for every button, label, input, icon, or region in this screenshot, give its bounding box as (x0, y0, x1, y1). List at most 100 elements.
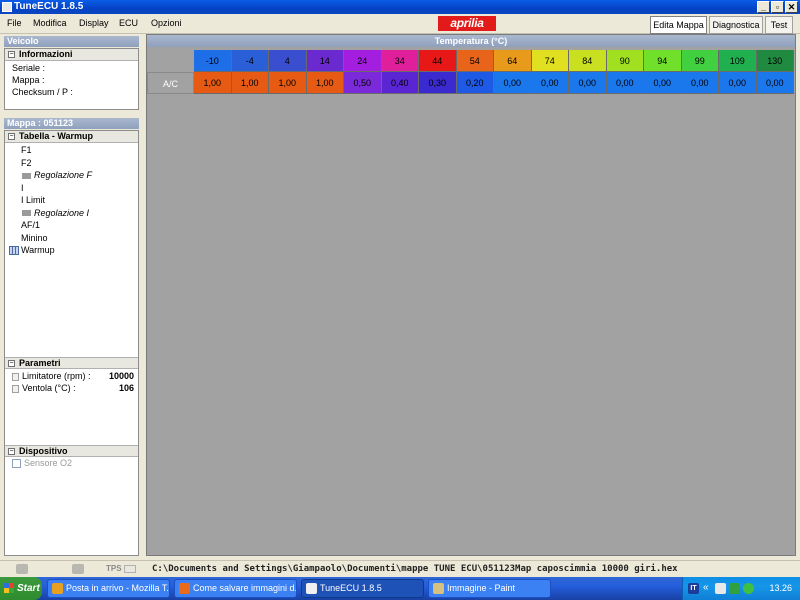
tabella-section[interactable]: − Tabella - Warmup (5, 131, 138, 143)
menu-display[interactable]: Display (79, 18, 109, 28)
window-title: TuneECU 1.8.5 (14, 1, 84, 12)
parametri-section[interactable]: − Parametri (5, 357, 138, 369)
task-paint[interactable]: Immagine - Paint (428, 579, 551, 598)
value-cell[interactable]: 0,50 (344, 72, 382, 94)
value-cell[interactable]: 1,00 (194, 72, 232, 94)
temp-header-cell[interactable]: 14 (306, 50, 344, 72)
temp-header-cell[interactable]: 90 (606, 50, 644, 72)
task-label: Immagine - Paint (447, 583, 516, 593)
temp-header-cell[interactable]: 109 (719, 50, 757, 72)
window-controls: _ ▫ ✕ (757, 1, 798, 13)
temp-header-cell[interactable]: 34 (381, 50, 419, 72)
temp-header-cell[interactable]: -10 (194, 50, 232, 72)
menu-modifica[interactable]: Modifica (33, 18, 67, 28)
task-label: TuneECU 1.8.5 (320, 583, 382, 593)
windows-flag-icon (4, 583, 14, 593)
collapse-icon[interactable]: − (8, 133, 15, 140)
shield-icon[interactable] (729, 583, 740, 594)
value-cell[interactable]: 0,40 (381, 72, 419, 94)
temp-header-cell[interactable]: 99 (681, 50, 719, 72)
value-cell[interactable]: 0,00 (531, 72, 569, 94)
tree-item[interactable]: I (21, 183, 24, 193)
temp-header-cell[interactable]: 84 (569, 50, 607, 72)
thunderbird-icon (52, 583, 63, 594)
spinner-icon[interactable] (12, 384, 19, 393)
value-cell[interactable]: 1,00 (231, 72, 269, 94)
collapse-icon[interactable]: − (8, 51, 15, 58)
tree-item[interactable]: Regolazione F (22, 170, 92, 180)
param-ventola[interactable]: Ventola (°C) : 106 (12, 383, 134, 393)
value-cell[interactable]: 1,00 (269, 72, 307, 94)
temp-header-cell[interactable]: 130 (756, 50, 794, 72)
connection-icon (16, 564, 28, 574)
close-button[interactable]: ✕ (785, 1, 798, 13)
system-tray: IT « 13.26 (682, 577, 800, 600)
value-cell[interactable]: 0,20 (456, 72, 494, 94)
param-label: Ventola (°C) : (22, 383, 76, 393)
value-cell[interactable]: 0,00 (569, 72, 607, 94)
tree-item[interactable]: Minino (21, 233, 48, 243)
tree-item-label: I Limit (21, 195, 46, 205)
tree-item[interactable]: I Limit (21, 195, 45, 205)
status-bar: TPS C:\Documents and Settings\Giampaolo\… (0, 560, 800, 576)
value-cell[interactable]: 0,00 (606, 72, 644, 94)
menu-opzioni[interactable]: Opzioni (151, 18, 182, 28)
tree-item[interactable]: AF/1 (21, 220, 40, 230)
sensore-o2-checkbox[interactable]: Sensore O2 (12, 458, 73, 469)
field-checksum: Checksum / P : (12, 87, 73, 97)
menu-ecu[interactable]: ECU (119, 18, 138, 28)
value-cell[interactable]: 0,00 (681, 72, 719, 94)
value-cell[interactable]: 1,00 (306, 72, 344, 94)
tab-test[interactable]: Test (765, 16, 793, 34)
wifi-icon[interactable] (743, 583, 754, 594)
spinner-icon[interactable] (12, 372, 19, 381)
tree-item-label: Minino (21, 232, 48, 243)
value-cell[interactable]: 0,30 (419, 72, 457, 94)
parametri-label: Parametri (19, 358, 61, 368)
chevron-left-icon[interactable]: « (703, 583, 714, 594)
language-indicator[interactable]: IT (688, 583, 699, 594)
temp-header-cell[interactable]: 4 (269, 50, 307, 72)
row-label-ac: A/C (147, 72, 194, 94)
restore-button[interactable]: ▫ (771, 1, 784, 13)
temp-header-cell[interactable]: 54 (456, 50, 494, 72)
minimize-button[interactable]: _ (757, 1, 770, 13)
collapse-icon[interactable]: − (8, 448, 15, 455)
temp-header-cell[interactable]: 74 (531, 50, 569, 72)
temp-header-cell[interactable]: 44 (419, 50, 457, 72)
menu-file[interactable]: File (7, 18, 22, 28)
tab-edita-mappa[interactable]: Edita Mappa (650, 16, 707, 34)
checkbox-icon[interactable] (12, 459, 21, 469)
tree-item[interactable]: Regolazione I (22, 208, 89, 218)
tree-item[interactable]: F2 (21, 158, 32, 168)
sensore-o2-label: Sensore O2 (24, 458, 73, 468)
temp-header-cell[interactable]: 94 (644, 50, 682, 72)
temp-header-cell[interactable]: 64 (494, 50, 532, 72)
dispositivo-label: Dispositivo (19, 446, 68, 456)
task-tuneecu[interactable]: TuneECU 1.8.5 (301, 579, 424, 598)
dispositivo-section[interactable]: − Dispositivo (5, 445, 138, 457)
value-cell[interactable]: 0,00 (719, 72, 757, 94)
tps-indicator (124, 565, 136, 573)
value-cell[interactable]: 0,00 (756, 72, 794, 94)
collapse-icon[interactable]: − (8, 360, 15, 367)
param-limitatore[interactable]: Limitatore (rpm) : 10000 (12, 371, 134, 381)
tree-item[interactable]: Warmup (9, 245, 55, 256)
network-icon[interactable] (715, 583, 726, 594)
value-cell[interactable]: 0,00 (644, 72, 682, 94)
tree-item-label: Regolazione F (34, 170, 93, 180)
task-firefox[interactable]: Come salvare immagini d... (174, 579, 297, 598)
value-cell[interactable]: 0,00 (494, 72, 532, 94)
temp-header-cell[interactable]: -4 (231, 50, 269, 72)
folder-icon (22, 210, 31, 217)
informazioni-label: Informazioni (19, 49, 73, 59)
start-button[interactable]: Start (0, 577, 42, 600)
param-label: Limitatore (rpm) : (22, 371, 91, 381)
start-label: Start (17, 583, 40, 594)
task-mozilla[interactable]: Posta in arrivo - Mozilla T... (47, 579, 170, 598)
tab-diagnostica[interactable]: Diagnostica (709, 16, 763, 34)
tps-label: TPS (106, 564, 122, 573)
temp-header-cell[interactable]: 24 (344, 50, 382, 72)
informazioni-section[interactable]: − Informazioni (5, 49, 138, 61)
tree-item[interactable]: F1 (21, 145, 32, 155)
